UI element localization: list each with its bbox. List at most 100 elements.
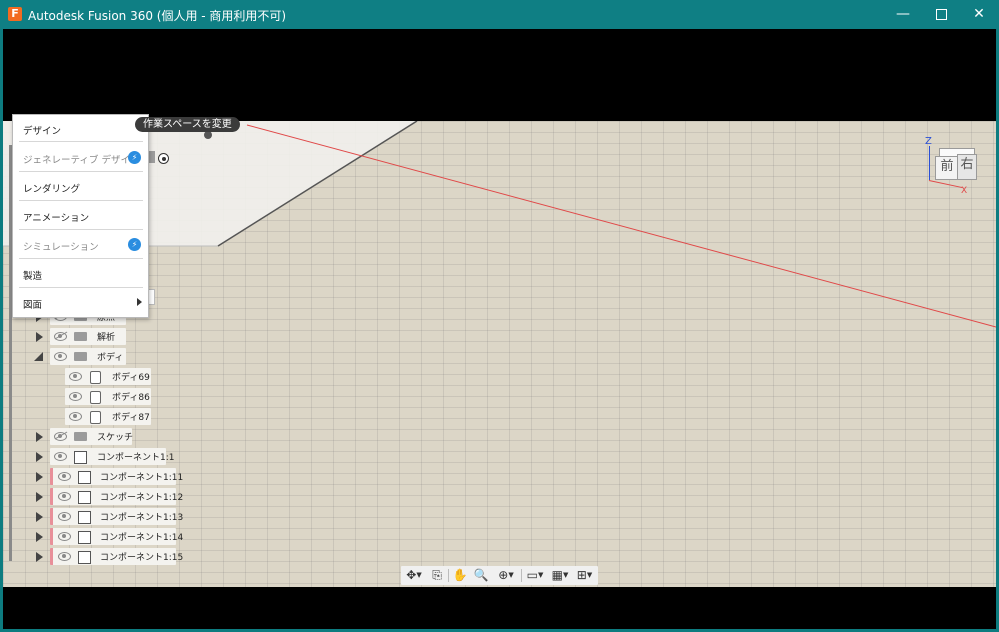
tree-node-label: コンポーネント1:12: [100, 493, 184, 503]
maximize-icon: [935, 8, 947, 20]
workspace-simulation[interactable]: シミュレーション: [23, 239, 99, 253]
workspace-design[interactable]: デザイン: [23, 123, 61, 137]
workspace-render[interactable]: レンダリング: [23, 181, 80, 195]
tree-node[interactable]: コンポーネント1:11: [50, 468, 183, 485]
expand-arrow-icon[interactable]: [36, 552, 43, 562]
tree-node[interactable]: コンポーネント1:15: [50, 548, 183, 565]
expand-arrow-icon[interactable]: [36, 452, 43, 462]
eye-icon[interactable]: [58, 472, 71, 481]
eye-icon[interactable]: [54, 452, 67, 461]
eye-icon[interactable]: [69, 392, 82, 401]
toolbar-divider: [521, 569, 522, 582]
workspace-manufacture[interactable]: 製造: [23, 268, 42, 282]
view-cube-right[interactable]: 右: [957, 154, 977, 180]
viewport-bottom-band: [3, 587, 996, 629]
look-at-icon[interactable]: ⎘: [428, 567, 446, 584]
workspace-tooltip: 作業スペースを変更: [135, 117, 240, 132]
z-axis-indicator: [929, 146, 930, 180]
eye-hidden-icon[interactable]: [54, 432, 67, 441]
x-axis-label: X: [961, 186, 968, 196]
tree-node[interactable]: コンポーネント1:1: [50, 448, 175, 465]
radio-icon[interactable]: [158, 153, 169, 164]
eye-icon[interactable]: [54, 352, 67, 361]
fusion-app-icon[interactable]: F: [8, 7, 22, 21]
tree-node-label: 解析: [97, 333, 116, 343]
window-title: Autodesk Fusion 360 (個人用 - 商用利用不可): [28, 9, 287, 23]
tree-node-label: ボディ69: [112, 373, 150, 383]
tree-node[interactable]: コンポーネント1:13: [50, 508, 183, 525]
cloud-credit-icon: ⚡: [128, 151, 141, 164]
tree-node-label: ボディ87: [112, 413, 150, 423]
menu-divider: [19, 229, 143, 230]
zoom-icon[interactable]: 🔍: [471, 567, 491, 584]
tree-node[interactable]: ボディ87: [65, 408, 151, 425]
component-icon: [78, 471, 91, 484]
menu-divider: [19, 200, 143, 201]
expand-arrow-icon[interactable]: [36, 512, 43, 522]
folder-icon: [74, 432, 87, 441]
eye-icon[interactable]: [58, 492, 71, 501]
component-icon: [78, 551, 91, 564]
maximize-button[interactable]: [922, 0, 960, 29]
eye-icon[interactable]: [69, 372, 82, 381]
workspace-menu: デザイン ジェネレーティブ デザイン ⚡ レンダリング アニメーション シミュレ…: [12, 114, 149, 318]
tree-node-label: ボディ86: [112, 393, 150, 403]
eye-icon[interactable]: [58, 512, 71, 521]
navigation-toolbar: ✥▼ ⎘ ✋ 🔍 ⊕▼ ▭▼ ▦▼ ⊞▼: [401, 566, 598, 585]
pan-icon[interactable]: ✋: [451, 567, 469, 584]
folder-icon: [74, 332, 87, 341]
workspace-drawing[interactable]: 図面: [23, 297, 42, 311]
fit-icon[interactable]: ⊕▼: [493, 567, 519, 584]
close-button[interactable]: ✕: [960, 0, 998, 29]
eye-icon[interactable]: [58, 552, 71, 561]
toolbar-divider: [448, 569, 449, 582]
tree-node-label: コンポーネント1:1: [97, 453, 175, 463]
tree-node-label: ボディ: [97, 353, 124, 363]
collapse-icon[interactable]: [204, 131, 212, 139]
component-icon: [74, 451, 87, 464]
body-icon: [90, 411, 101, 424]
expand-arrow-icon[interactable]: [36, 332, 43, 342]
menu-divider: [19, 141, 143, 142]
eye-icon[interactable]: [69, 412, 82, 421]
view-cube-front[interactable]: 前: [935, 156, 959, 180]
expand-arrow-icon[interactable]: [36, 492, 43, 502]
tree-node[interactable]: ボディ: [50, 348, 126, 365]
component-icon: [78, 491, 91, 504]
tree-node[interactable]: 解析: [50, 328, 126, 345]
component-icon: [78, 511, 91, 524]
orbit-icon[interactable]: ✥▼: [402, 567, 426, 584]
eye-icon[interactable]: [58, 532, 71, 541]
body-icon: [90, 371, 101, 384]
workspace-animation[interactable]: アニメーション: [23, 210, 89, 224]
menu-divider: [19, 171, 143, 172]
tree-node-label: コンポーネント1:11: [100, 473, 184, 483]
folder-icon: [74, 352, 87, 361]
display-settings-icon[interactable]: ▭▼: [523, 567, 547, 584]
cloud-credit-icon: ⚡: [128, 238, 141, 251]
tree-node-label: スケッチ: [97, 433, 134, 443]
menu-divider: [19, 258, 143, 259]
collapse-arrow-icon[interactable]: [34, 352, 43, 361]
submenu-arrow-icon: [137, 298, 142, 306]
minimize-button[interactable]: —: [884, 0, 922, 29]
tree-node[interactable]: コンポーネント1:12: [50, 488, 183, 505]
tree-node[interactable]: ボディ86: [65, 388, 151, 405]
expand-arrow-icon[interactable]: [36, 532, 43, 542]
tree-node[interactable]: コンポーネント1:14: [50, 528, 183, 545]
tree-node-label: コンポーネント1:13: [100, 513, 184, 523]
grid-icon[interactable]: ▦▼: [549, 567, 571, 584]
workspace-generative-design[interactable]: ジェネレーティブ デザイン: [23, 152, 139, 166]
eye-hidden-icon[interactable]: [54, 332, 67, 341]
view-cube[interactable]: Z 前 右 X: [925, 136, 981, 200]
viewports-icon[interactable]: ⊞▼: [573, 567, 596, 584]
title-bar: F Autodesk Fusion 360 (個人用 - 商用利用不可) — ✕: [0, 0, 999, 29]
tree-node[interactable]: ボディ69: [65, 368, 151, 385]
menu-divider: [19, 287, 143, 288]
tree-node-label: コンポーネント1:15: [100, 553, 184, 563]
expand-arrow-icon[interactable]: [36, 432, 43, 442]
expand-arrow-icon[interactable]: [36, 472, 43, 482]
body-icon: [90, 391, 101, 404]
x-axis-indicator: [928, 180, 963, 189]
tree-node[interactable]: スケッチ: [50, 428, 134, 445]
